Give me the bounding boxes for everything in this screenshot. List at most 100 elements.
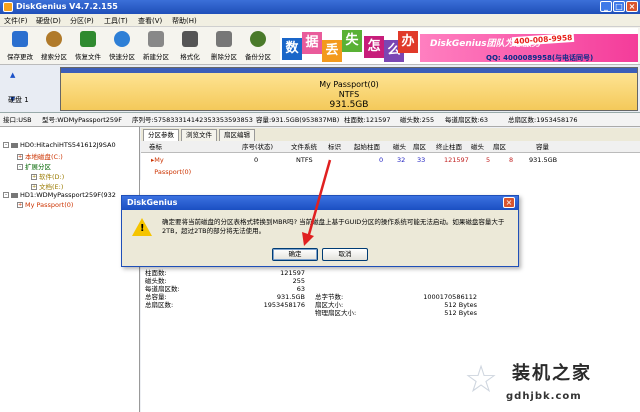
row-start-head: 32	[397, 156, 406, 164]
disk-icon	[11, 142, 18, 148]
menu-help[interactable]: 帮助(H)	[172, 16, 197, 26]
search-icon	[46, 31, 62, 47]
collapse-icon: -	[3, 192, 9, 198]
disk-interface: 接口:USB	[3, 116, 32, 124]
col-end-head: 磁头	[471, 143, 484, 151]
watermark: ☆ 装机之家 gdhjbk.com	[460, 355, 638, 410]
banner-char: 丢	[322, 40, 342, 62]
partition-visual[interactable]: My Passport(0) NTFS 931.5GB	[60, 67, 638, 111]
row-end-sector: 8	[509, 156, 514, 164]
table-row[interactable]: ▸ My Passport(0) 0 NTFS 0 32 33 121597 5…	[141, 154, 640, 176]
partition-visual-fs: NTFS	[338, 90, 360, 99]
window-title: DiskGenius V4.7.2.155	[16, 2, 118, 11]
tree-disk-hd1[interactable]: - HD1:WDMyPassport259F(932	[3, 191, 116, 199]
row-index: 0	[254, 156, 259, 164]
disk-icon	[11, 192, 18, 198]
save-icon	[12, 31, 28, 47]
col-end-sector: 扇区	[493, 143, 506, 151]
close-button[interactable]: ×	[626, 1, 638, 12]
collapse-icon: -	[3, 142, 9, 148]
ok-button[interactable]: 确定	[272, 248, 318, 261]
row-capacity: 931.5GB	[529, 156, 558, 164]
partition-visual-name: My Passport(0)	[319, 80, 379, 89]
menu-file[interactable]: 文件(F)	[4, 16, 28, 26]
delete-icon	[216, 31, 232, 47]
disk-heads: 磁头数:255	[400, 116, 435, 124]
tab-browse-files[interactable]: 浏览文件	[181, 129, 217, 141]
tree-disk-hd0[interactable]: - HD0:HitachiHTS541612J9SA0	[3, 141, 116, 149]
backup-partition-button[interactable]: 备份分区	[242, 29, 274, 63]
row-end-head: 5	[486, 156, 491, 164]
props-left-values: 121597 255 63 931.5GB 1953458176	[263, 269, 305, 309]
search-partition-button[interactable]: 搜索分区	[38, 29, 70, 63]
tree-partition-d[interactable]: + 软件(D:)	[31, 171, 64, 181]
props-right-values: 1000170586112 512 Bytes 512 Bytes	[423, 293, 477, 317]
banner-char: 据	[302, 32, 322, 54]
new-partition-button[interactable]: 新建分区	[140, 29, 172, 63]
expand-icon: +	[31, 184, 37, 190]
row-end-cylinder: 121597	[444, 156, 469, 164]
tree-extended-partition[interactable]: - 扩展分区	[17, 161, 51, 171]
col-index: 序号(状态)	[242, 143, 274, 151]
new-partition-icon	[148, 31, 164, 47]
warning-icon: !	[132, 218, 152, 236]
format-button[interactable]: 格式化	[174, 29, 206, 63]
col-filesystem: 文件系统	[291, 143, 317, 151]
ad-banner[interactable]: 数 据 丢 失 怎 么 办 DiskGenius团队为您服务 400-008-9…	[280, 28, 638, 64]
menu-tools[interactable]: 工具(T)	[104, 16, 128, 26]
expand-icon: +	[17, 154, 23, 160]
tab-sector-edit[interactable]: 扇区编辑	[219, 129, 255, 141]
menu-partition[interactable]: 分区(P)	[70, 16, 94, 26]
col-volume-label: 卷标	[149, 143, 162, 151]
quick-partition-icon	[114, 31, 130, 47]
props-right-labels: 总字节数: 扇区大小: 物理扇区大小:	[315, 293, 357, 317]
recover-file-icon	[80, 31, 96, 47]
col-start-sector: 扇区	[413, 143, 426, 151]
dialog-message: 确定要将当前磁盘的分区表格式转换到MBR吗? 当前磁盘上基于GUID分区的操作系…	[162, 218, 505, 235]
disk-label: 硬盘 1	[8, 96, 29, 104]
recover-file-button[interactable]: 恢复文件	[72, 29, 104, 63]
expand-icon: +	[17, 202, 23, 208]
minimize-button[interactable]: _	[600, 1, 612, 12]
dialog-close-button[interactable]: ×	[503, 197, 515, 208]
tree-partition-c[interactable]: + 本地磁盘(C:)	[17, 151, 63, 161]
delete-partition-button[interactable]: 删除分区	[208, 29, 240, 63]
col-id: 标识	[328, 143, 341, 151]
app-icon	[3, 2, 13, 12]
collapse-icon: -	[17, 164, 23, 170]
tree-partition-my-passport[interactable]: + My Passport(0)	[17, 201, 73, 209]
props-left-labels: 柱面数: 磁头数: 每道扇区数: 总容量: 总扇区数:	[145, 269, 180, 309]
row-start-sector: 33	[417, 156, 426, 164]
backup-icon	[250, 31, 266, 47]
tree-partition-e[interactable]: + 文档(E:)	[31, 181, 63, 191]
banner-char: 办	[398, 31, 418, 53]
disk-info-bar: 接口:USB 型号:WDMyPassport259F 序列号:575833314…	[0, 113, 640, 127]
menu-disk[interactable]: 硬盘(D)	[36, 16, 61, 26]
format-icon	[182, 31, 198, 47]
title-bar: DiskGenius V4.7.2.155 _ □ ×	[0, 0, 640, 14]
disk-cylinders: 柱面数:121597	[344, 116, 391, 124]
banner-qq: QQ: 4000089958(与电话同号)	[486, 54, 594, 62]
disk-serial: 序列号:575833314142353353593853	[132, 116, 253, 124]
save-changes-button[interactable]: 保存更改	[4, 29, 36, 63]
menu-view[interactable]: 查看(V)	[138, 16, 162, 26]
annotation-arrow-icon	[302, 159, 332, 246]
partition-visual-size: 931.5GB	[329, 100, 369, 110]
disk-capacity: 容量:931.5GB(953837MB)	[256, 116, 340, 124]
cancel-button[interactable]: 取消	[322, 248, 368, 261]
tab-partition-params[interactable]: 分区参数	[143, 129, 179, 141]
banner-char: 失	[342, 30, 362, 52]
row-volume-label: ▸ My Passport(0)	[151, 156, 192, 176]
banner-char: 怎	[364, 36, 384, 58]
watermark-title: 装机之家	[512, 363, 592, 384]
table-header: 卷标 序号(状态) 文件系统 标识 起始柱面 磁头 扇区 终止柱面 磁头 扇区 …	[141, 141, 640, 153]
col-capacity: 容量	[536, 143, 549, 151]
tab-strip: 分区参数 浏览文件 扇区编辑	[141, 128, 640, 141]
menu-bar: 文件(F) 硬盘(D) 分区(P) 工具(T) 查看(V) 帮助(H)	[0, 14, 640, 27]
row-start-cylinder: 0	[379, 156, 384, 164]
star-icon: ☆	[464, 357, 499, 401]
quick-partition-button[interactable]: 快速分区	[106, 29, 138, 63]
maximize-button[interactable]: □	[613, 1, 625, 12]
disk-total-sectors: 总扇区数:1953458176	[508, 116, 578, 124]
watermark-url: gdhjbk.com	[506, 391, 582, 402]
